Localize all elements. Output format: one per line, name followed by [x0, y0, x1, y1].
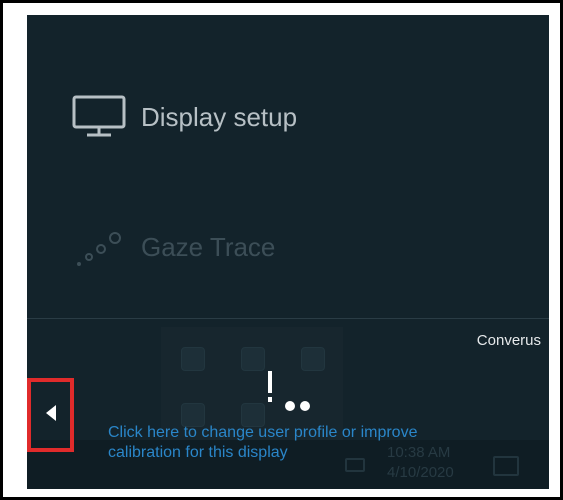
taskbar-date: 4/10/2020 — [387, 464, 454, 481]
tray-icon — [181, 347, 205, 371]
gaze-dots-icon — [71, 223, 131, 271]
brand-label: Converus — [476, 332, 541, 349]
monitor-icon — [71, 93, 131, 141]
tracker-status-icon — [268, 371, 328, 415]
back-button[interactable] — [27, 378, 74, 452]
tray-icon — [301, 347, 325, 371]
gaze-trace-label: Gaze Trace — [141, 231, 276, 262]
back-arrow-icon — [44, 404, 58, 427]
notification-icon — [493, 456, 519, 476]
tray-icon — [241, 347, 265, 371]
change-profile-link[interactable]: Click here to change user profile or imp… — [108, 423, 488, 463]
display-setup-label: Display setup — [141, 101, 298, 132]
display-setup-button[interactable]: Display setup — [71, 93, 297, 141]
menu-divider — [27, 318, 549, 319]
gaze-trace-button[interactable]: Gaze Trace — [71, 223, 275, 271]
eye-tracker-panel: 10:38 AM 4/10/2020 Display setup Gaze Tr… — [27, 15, 549, 489]
